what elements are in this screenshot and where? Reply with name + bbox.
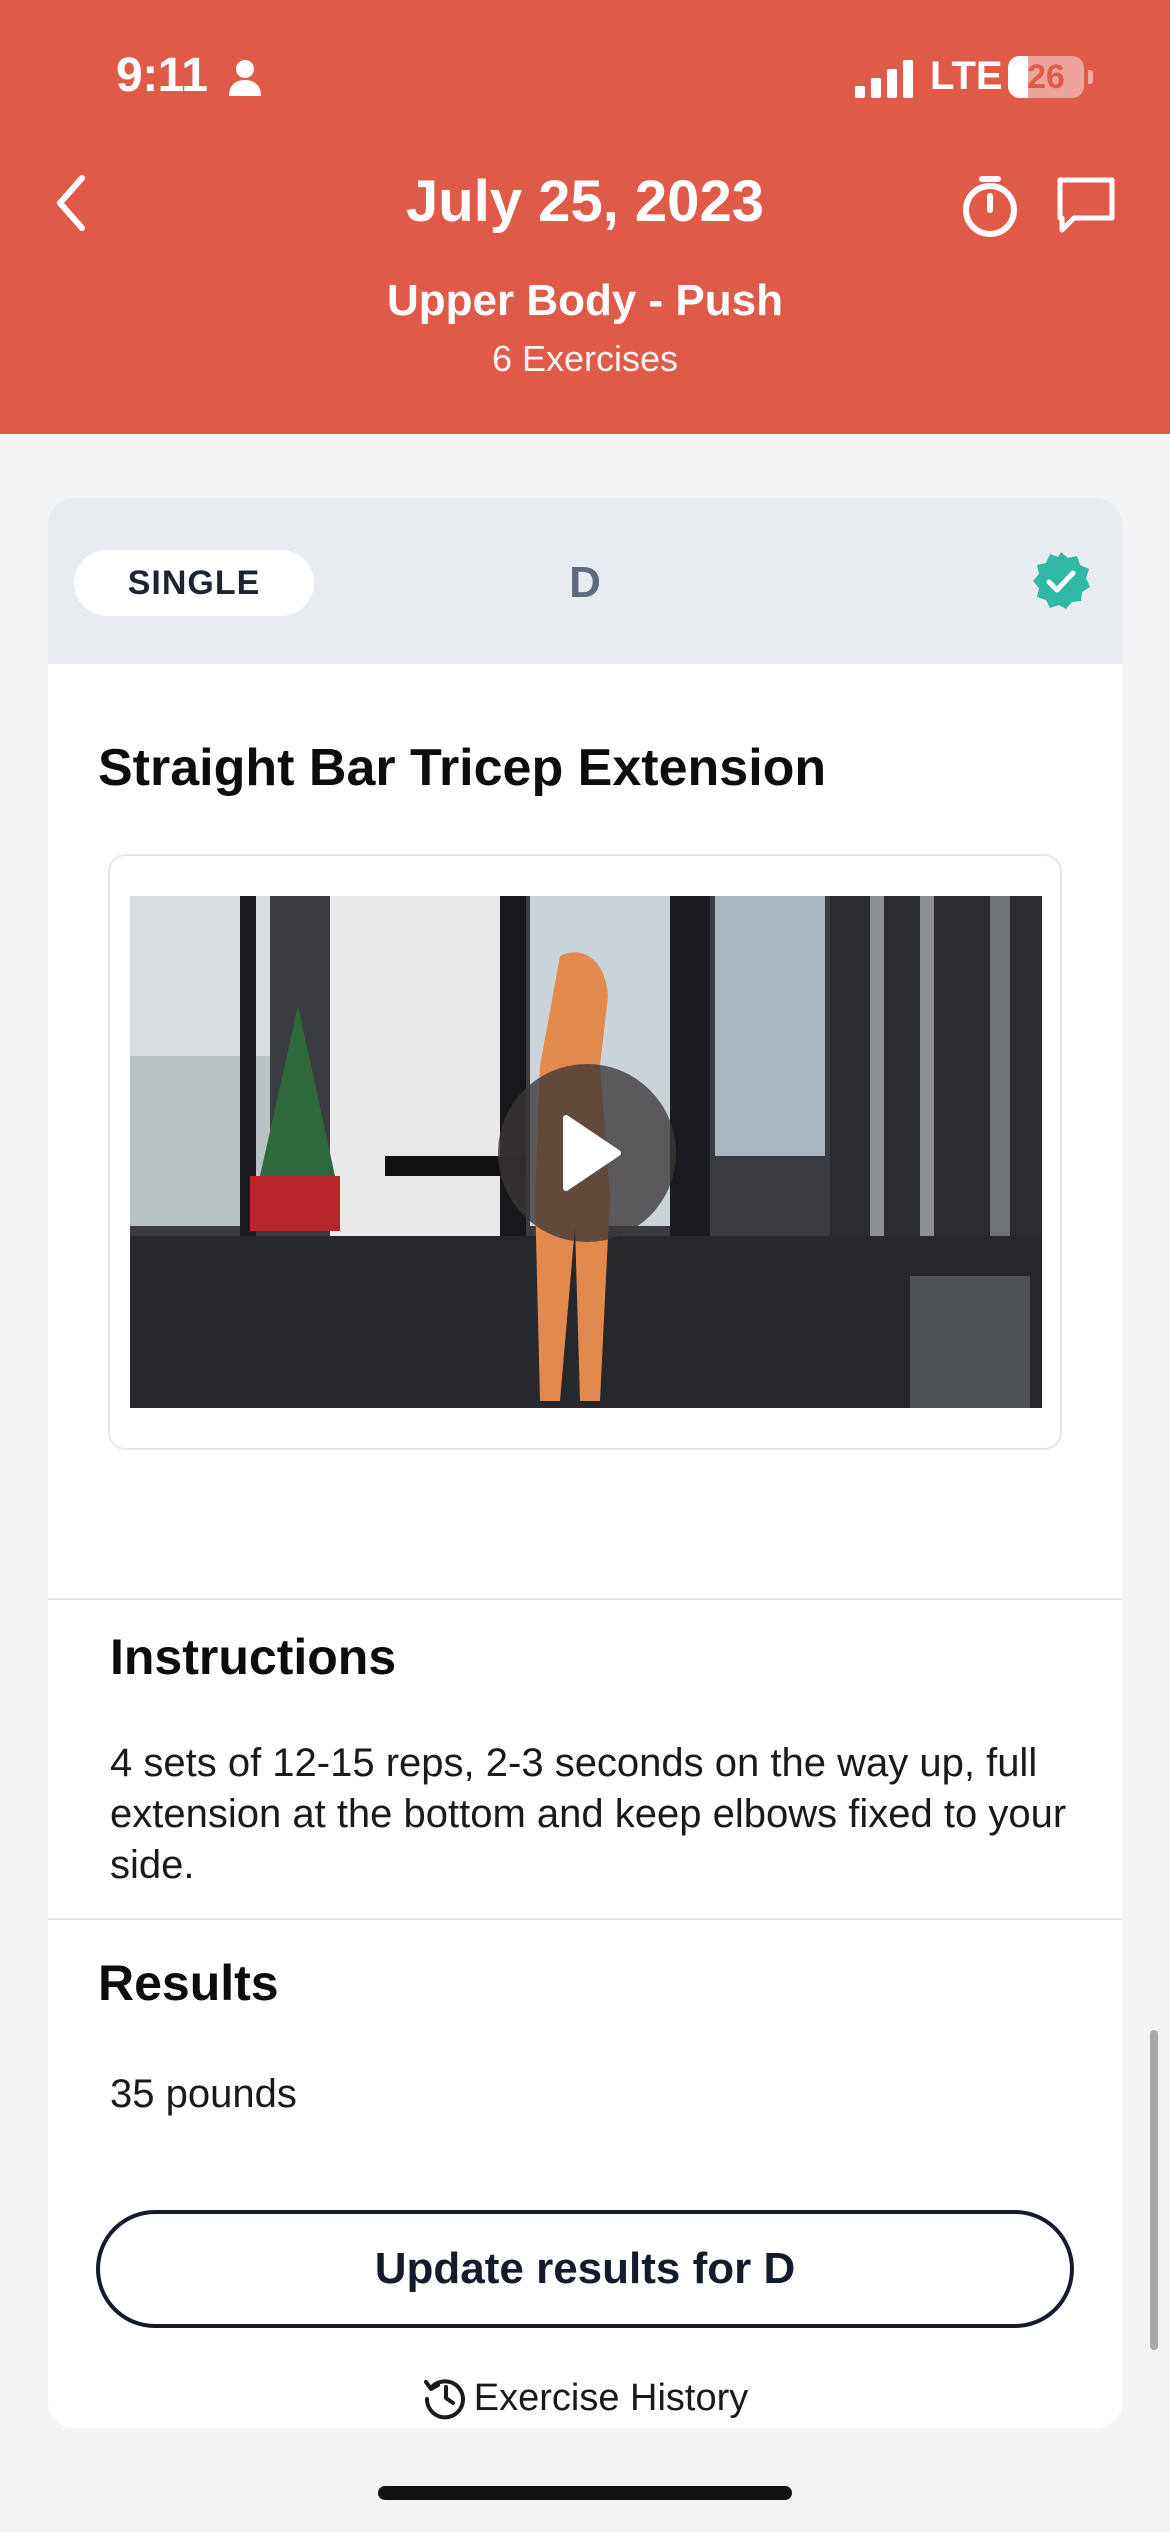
exercise-title: Straight Bar Tricep Extension (98, 739, 827, 797)
instructions-heading: Instructions (110, 1629, 397, 1685)
verified-check-icon (1033, 552, 1090, 609)
header-bar: 9:11 LTE 26 July 25, 2023 Upper Body - P… (0, 0, 1170, 434)
exercise-card: SINGLE D Straight Bar Tricep Extension I… (48, 498, 1122, 2428)
card-header: SINGLE D (48, 498, 1122, 664)
person-icon (229, 60, 261, 96)
stopwatch-icon[interactable] (960, 174, 1020, 238)
update-results-button[interactable]: Update results for D (96, 2210, 1074, 2328)
status-time: 9:11 (116, 49, 208, 102)
scroll-indicator (1150, 2030, 1158, 2350)
exercise-history-link[interactable]: Exercise History (48, 2374, 1122, 2420)
video-container (108, 854, 1062, 1450)
divider (48, 1598, 1122, 1600)
history-clock-icon (423, 2379, 465, 2420)
battery-level: 26 (1027, 58, 1065, 96)
battery-indicator: 26 (1008, 56, 1093, 98)
exercise-letter: D (569, 558, 601, 607)
instructions-text: 4 sets of 12-15 reps, 2-3 seconds on the… (110, 1741, 1067, 1887)
bottom-area (0, 2428, 1170, 2532)
play-icon (563, 1115, 621, 1191)
results-value: 35 pounds (110, 2072, 297, 2116)
chat-bubble-icon[interactable] (1054, 174, 1118, 236)
workout-name: Upper Body - Push (386, 276, 784, 325)
cell-signal-icon (855, 60, 913, 98)
divider (48, 1918, 1122, 1920)
exercise-history-label: Exercise History (473, 2377, 749, 2419)
results-heading: Results (98, 1955, 279, 2011)
exercise-count: 6 Exercises (491, 338, 679, 379)
exercise-video[interactable] (130, 896, 1042, 1408)
play-button[interactable] (498, 1064, 676, 1242)
network-type: LTE (930, 54, 1003, 98)
home-indicator[interactable] (378, 2486, 792, 2500)
